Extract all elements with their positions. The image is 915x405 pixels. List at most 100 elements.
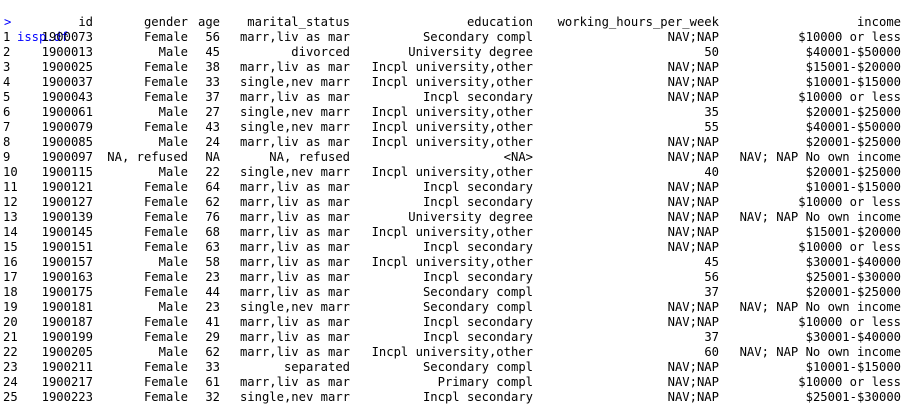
cell-education: Incpl secondary	[422, 180, 533, 194]
cell-education: Incpl university,other	[371, 105, 533, 119]
cell-education: Incpl university,other	[371, 165, 533, 179]
row-index: 19	[3, 300, 18, 314]
header-age: age	[197, 15, 220, 29]
row-index: 22	[3, 345, 18, 359]
row-index: 16	[3, 255, 18, 269]
cell-education: Incpl secondary	[422, 390, 533, 404]
cell-income: $30001-$40000	[805, 255, 901, 269]
cell-working-hours: NAV;NAP	[667, 195, 719, 209]
table-row: 11 1900121 Female 64 marr,liv as mar Incpl se…	[0, 180, 915, 195]
header-working-hours: working_hours_per_week	[557, 15, 719, 29]
cell-working-hours: NAV;NAP	[667, 135, 719, 149]
cell-id: 1900145	[41, 225, 93, 239]
cell-marital-status: marr,liv as mar	[239, 285, 350, 299]
cell-age: 62	[205, 195, 220, 209]
cell-gender: Male	[158, 345, 188, 359]
cell-income: $15001-$20000	[805, 60, 901, 74]
row-index: 4	[3, 75, 11, 89]
cell-id: 1900127	[41, 195, 93, 209]
table-row: 6 1900061 Male 27 single,nev marr Incpl unive…	[0, 105, 915, 120]
cell-income: $10000 or less	[798, 240, 901, 254]
cell-id: 1900043	[41, 90, 93, 104]
table-row: 21 1900199 Female 29 marr,liv as mar Incpl se…	[0, 330, 915, 345]
cell-age: 58	[205, 255, 220, 269]
table-body: 1 1900073 Female 56 marr,liv as mar Secondary…	[0, 30, 915, 405]
cell-id: 1900157	[41, 255, 93, 269]
cell-income: $10001-$15000	[805, 75, 901, 89]
row-index: 3	[3, 60, 11, 74]
cell-gender: Female	[143, 315, 188, 329]
table-row: 5 1900043 Female 37 marr,liv as mar Incpl sec…	[0, 90, 915, 105]
cell-marital-status: single,nev marr	[239, 75, 350, 89]
cell-working-hours: 50	[704, 45, 719, 59]
cell-gender: Female	[143, 285, 188, 299]
cell-age: 23	[205, 270, 220, 284]
row-index: 12	[3, 195, 18, 209]
cell-education: Secondary compl	[422, 30, 533, 44]
table-row: 14 1900145 Female 68 marr,liv as mar Incpl un…	[0, 225, 915, 240]
cell-gender: NA, refused	[107, 150, 188, 164]
cell-age: 33	[205, 75, 220, 89]
cell-education: <NA>	[503, 150, 533, 164]
row-index: 24	[3, 375, 18, 389]
cell-working-hours: NAV;NAP	[667, 60, 719, 74]
table-row: 12 1900127 Female 62 marr,liv as mar Incpl se…	[0, 195, 915, 210]
table-row: 15 1900151 Female 63 marr,liv as mar Incpl se…	[0, 240, 915, 255]
cell-age: 33	[205, 360, 220, 374]
cell-gender: Female	[143, 210, 188, 224]
cell-income: $10001-$15000	[805, 180, 901, 194]
cell-marital-status: NA, refused	[269, 150, 350, 164]
cell-education: University degree	[408, 210, 533, 224]
cell-id: 1900037	[41, 75, 93, 89]
cell-education: Incpl university,other	[371, 120, 533, 134]
cell-age: 62	[205, 345, 220, 359]
cell-working-hours: 55	[704, 120, 719, 134]
row-index: 23	[3, 360, 18, 374]
cell-age: 41	[205, 315, 220, 329]
cell-id: 1900121	[41, 180, 93, 194]
cell-income: NAV; NAP No own income	[739, 150, 901, 164]
cell-income: $20001-$25000	[805, 285, 901, 299]
row-index: 21	[3, 330, 18, 344]
row-index: 10	[3, 165, 18, 179]
cell-income: $25001-$30000	[805, 390, 901, 404]
cell-gender: Male	[158, 135, 188, 149]
row-index: 2	[3, 45, 11, 59]
cell-working-hours: NAV;NAP	[667, 180, 719, 194]
cell-id: 1900151	[41, 240, 93, 254]
table-row: 24 1900217 Female 61 marr,liv as mar Primary …	[0, 375, 915, 390]
cell-age: 68	[205, 225, 220, 239]
cell-marital-status: marr,liv as mar	[239, 60, 350, 74]
header-education: education	[466, 15, 533, 29]
header-gender: gender	[143, 15, 188, 29]
table-row: 9 1900097 NA, refused NA NA, refused <NA> NAV;…	[0, 150, 915, 165]
cell-gender: Female	[143, 60, 188, 74]
cell-working-hours: 35	[704, 105, 719, 119]
cell-gender: Female	[143, 225, 188, 239]
row-index: 14	[3, 225, 18, 239]
cell-income: $40001-$50000	[805, 45, 901, 59]
cell-gender: Female	[143, 270, 188, 284]
cell-working-hours: 37	[704, 285, 719, 299]
header-income: income	[856, 15, 901, 29]
cell-marital-status: marr,liv as mar	[239, 210, 350, 224]
cell-gender: Female	[143, 375, 188, 389]
cell-age: NA	[205, 150, 220, 164]
cell-age: 27	[205, 105, 220, 119]
r-console-output: > issp.df id gender age marital_status e…	[0, 0, 915, 405]
cell-income: NAV; NAP No own income	[739, 345, 901, 359]
cell-marital-status: marr,liv as mar	[239, 180, 350, 194]
cell-education: Incpl secondary	[422, 315, 533, 329]
row-index: 17	[3, 270, 18, 284]
row-index: 13	[3, 210, 18, 224]
cell-id: 1900073	[41, 30, 93, 44]
cell-gender: Female	[143, 90, 188, 104]
table-header: id gender age marital_status education w…	[0, 15, 915, 30]
cell-id: 1900085	[41, 135, 93, 149]
cell-gender: Female	[143, 330, 188, 344]
cell-working-hours: 37	[704, 330, 719, 344]
cell-education: Secondary compl	[422, 300, 533, 314]
cell-marital-status: marr,liv as mar	[239, 225, 350, 239]
cell-id: 1900163	[41, 270, 93, 284]
cell-education: Incpl secondary	[422, 90, 533, 104]
